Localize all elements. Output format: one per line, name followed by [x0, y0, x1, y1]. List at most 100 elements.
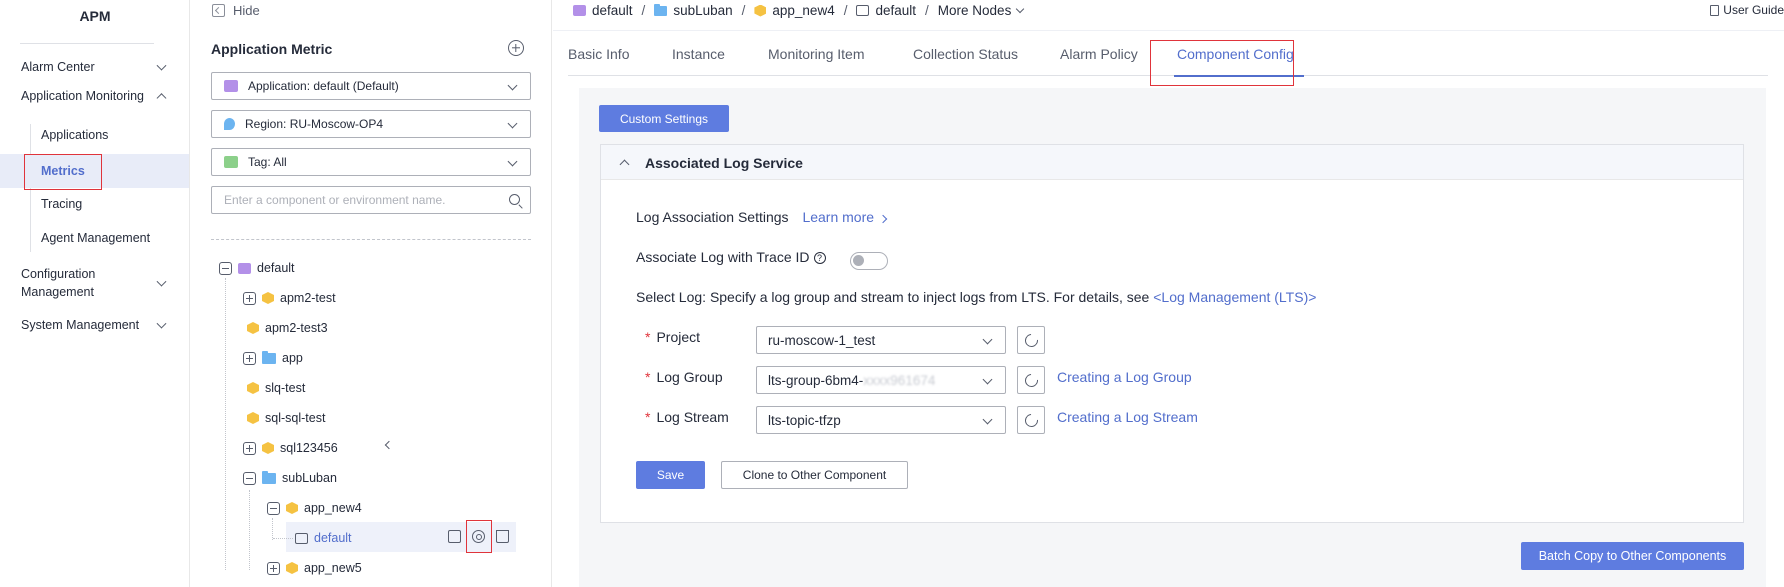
tree-node-sql123456[interactable]: sql123456 — [243, 437, 338, 459]
expand-icon[interactable] — [267, 561, 280, 575]
nav-alarm-center[interactable]: Alarm Center — [0, 57, 189, 77]
user-guide-link[interactable]: User Guide — [1710, 3, 1784, 17]
project-select[interactable]: ru-moscow-1_test — [756, 326, 1006, 354]
log-group-value: lts-group-6bm4- — [768, 372, 864, 388]
breadcrumb-item[interactable]: default — [875, 3, 916, 18]
expand-icon[interactable] — [243, 441, 256, 455]
tree-node-label: slq-test — [265, 381, 306, 395]
hide-button[interactable]: Hide — [212, 3, 260, 18]
document-icon — [1710, 4, 1720, 16]
collapse-icon[interactable] — [267, 501, 280, 515]
log-group-select[interactable]: lts-group-6bm4- xxxx961674 — [756, 366, 1006, 394]
tab-instance[interactable]: Instance — [672, 46, 725, 62]
user-guide-label: User Guide — [1723, 3, 1784, 17]
refresh-icon[interactable] — [1017, 366, 1045, 394]
tree-node-subluban[interactable]: subLuban — [243, 467, 337, 489]
trace-id-label: Associate Log with Trace ID — [636, 249, 810, 265]
more-nodes-dropdown[interactable]: More Nodes — [938, 3, 1012, 18]
region-select-value: Region: RU-Moscow-OP4 — [245, 117, 384, 131]
tree-node-apm2-test[interactable]: apm2-test — [243, 287, 336, 309]
tab-basic-info[interactable]: Basic Info — [568, 46, 629, 62]
tree-node-default-root[interactable]: default — [219, 257, 295, 279]
component-search-input[interactable]: Enter a component or environment name. — [211, 186, 531, 214]
collapse-icon[interactable] — [219, 261, 232, 275]
tree-node-sql-sql-test[interactable]: sql-sql-test — [247, 407, 325, 429]
trace-id-toggle[interactable] — [850, 252, 888, 270]
card-header[interactable]: Associated Log Service — [601, 145, 1743, 180]
tab-alarm-policy[interactable]: Alarm Policy — [1060, 46, 1138, 62]
log-stream-label: * Log Stream — [645, 409, 729, 425]
application-select[interactable]: Application: default (Default) — [211, 72, 531, 100]
collapse-panel-icon — [212, 4, 225, 17]
chevron-down-icon — [156, 276, 167, 287]
component-icon — [247, 382, 259, 394]
learn-more-link[interactable]: Learn more — [802, 209, 874, 225]
chevron-down-icon — [156, 318, 167, 329]
breadcrumb-item[interactable]: app_new4 — [772, 3, 834, 18]
monitor-icon[interactable] — [448, 530, 461, 543]
trash-icon[interactable] — [496, 530, 509, 543]
breadcrumb-item[interactable]: subLuban — [673, 3, 732, 18]
field-label: Log Group — [656, 369, 723, 385]
expand-icon[interactable] — [243, 291, 256, 305]
chevron-down-icon — [982, 414, 993, 425]
location-pin-icon — [224, 118, 235, 130]
nav-application-monitoring[interactable]: Application Monitoring — [0, 86, 189, 106]
tree-node-app[interactable]: app — [243, 347, 303, 369]
tree-node-label: apm2-test — [280, 291, 336, 305]
clone-button[interactable]: Clone to Other Component — [721, 461, 908, 489]
search-icon[interactable] — [509, 194, 520, 205]
tree-node-default-env[interactable]: default — [295, 527, 352, 549]
tag-select[interactable]: Tag: All — [211, 148, 531, 176]
tree-line — [273, 538, 293, 539]
nav-sub-tracing[interactable]: Tracing — [0, 197, 189, 215]
breadcrumb-item[interactable]: default — [592, 3, 633, 18]
chevron-up-icon — [156, 93, 167, 104]
tab-monitoring-item[interactable]: Monitoring Item — [768, 46, 864, 62]
lts-link[interactable]: <Log Management (LTS)> — [1153, 289, 1316, 305]
log-stream-value: lts-topic-tfzp — [768, 412, 841, 428]
save-button[interactable]: Save — [636, 461, 705, 489]
nav-sub-applications[interactable]: Applications — [0, 128, 189, 146]
tag-icon — [224, 156, 238, 168]
add-circle-icon[interactable] — [508, 40, 524, 56]
batch-copy-button[interactable]: Batch Copy to Other Components — [1521, 542, 1744, 570]
region-select[interactable]: Region: RU-Moscow-OP4 — [211, 110, 531, 138]
tree-node-label: default — [314, 531, 352, 545]
log-group-label: * Log Group — [645, 369, 723, 385]
create-log-stream-link[interactable]: Creating a Log Stream — [1057, 409, 1198, 425]
nav-system-management[interactable]: System Management — [0, 315, 189, 335]
nav-sub-agent-management[interactable]: Agent Management — [0, 231, 189, 249]
header-divider — [553, 30, 1784, 31]
highlight-box — [1150, 40, 1294, 86]
field-label: Log Stream — [656, 409, 729, 425]
help-icon[interactable]: ? — [813, 252, 826, 265]
custom-settings-button[interactable]: Custom Settings — [599, 105, 729, 132]
component-icon — [286, 502, 298, 514]
nav-item-label: Application Monitoring — [21, 89, 144, 103]
tree-node-label: app — [282, 351, 303, 365]
tab-collection-status[interactable]: Collection Status — [913, 46, 1018, 62]
chevron-left-icon[interactable] — [384, 440, 394, 450]
select-log-text: Select Log: Specify a log group and stre… — [636, 289, 1150, 305]
collapse-icon[interactable] — [243, 471, 256, 485]
chevron-down-icon — [507, 156, 518, 167]
folder-icon — [654, 3, 668, 16]
expand-icon[interactable] — [243, 351, 256, 365]
breadcrumb-sep: / — [741, 3, 746, 18]
chevron-down-icon — [156, 60, 167, 71]
component-icon — [262, 442, 274, 454]
refresh-icon[interactable] — [1017, 326, 1045, 354]
tree-node-app-new4[interactable]: app_new4 — [267, 497, 362, 519]
environment-icon — [295, 532, 308, 544]
refresh-icon[interactable] — [1017, 406, 1045, 434]
log-stream-select[interactable]: lts-topic-tfzp — [756, 406, 1006, 434]
field-label: Project — [656, 329, 701, 345]
tree-node-app-new5[interactable]: app_new5 — [267, 557, 362, 579]
chevron-down-icon — [982, 334, 993, 345]
tree-node-slq-test[interactable]: slq-test — [247, 377, 305, 399]
nav-configuration-management[interactable]: Configuration Management — [0, 265, 189, 301]
create-log-group-link[interactable]: Creating a Log Group — [1057, 369, 1192, 385]
tree-node-apm2-test3[interactable]: apm2-test3 — [247, 317, 328, 339]
hide-label: Hide — [233, 3, 260, 18]
